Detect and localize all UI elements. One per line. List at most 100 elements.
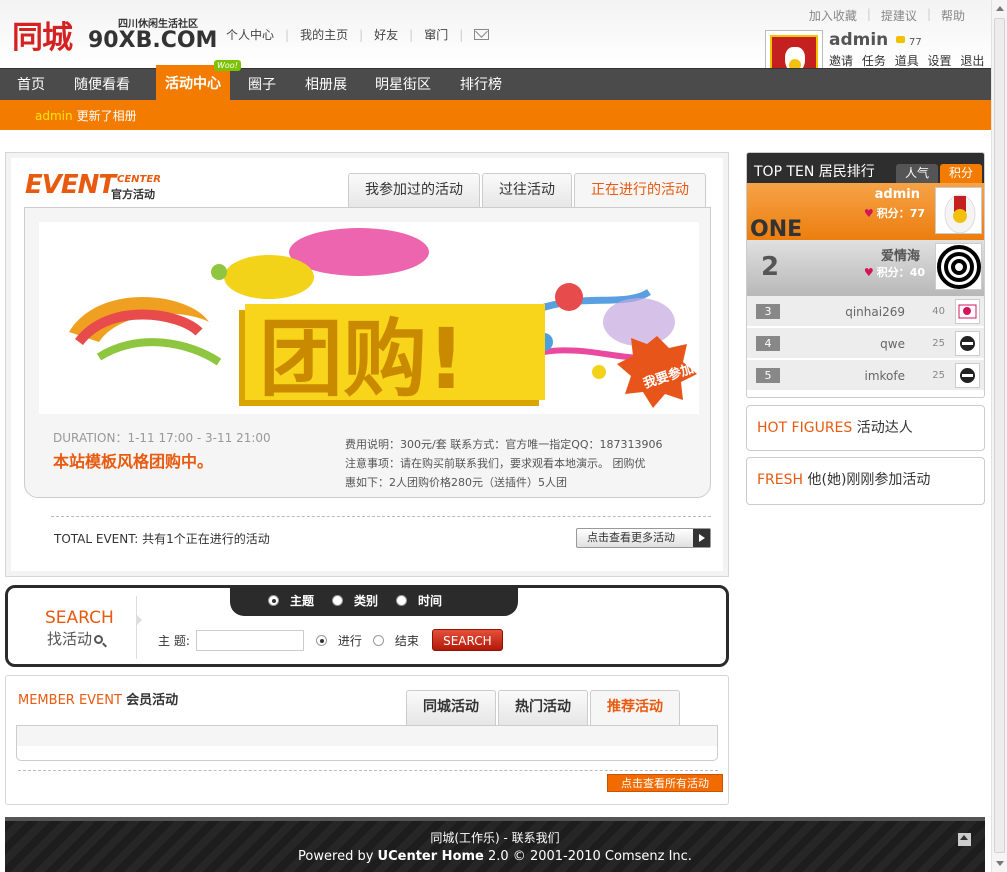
rank-avatar[interactable] [955, 363, 980, 388]
event-banner[interactable]: 团购! 我要参加 [39, 222, 699, 414]
tab-local[interactable]: 同城活动 [406, 690, 496, 725]
suggestion-link[interactable]: 提建议 [881, 7, 917, 24]
rank-score: ♥ 积分：77 [863, 207, 925, 220]
more-events-button[interactable]: 点击查看更多活动 [576, 528, 711, 548]
search-button[interactable]: SEARCH [431, 629, 503, 651]
search-title: SEARCH [45, 608, 114, 628]
total-label: TOTAL EVENT: [54, 532, 139, 546]
user-block: admin 77 邀请 任务 道具 设置 退出 [829, 30, 989, 69]
user-link-invite[interactable]: 邀请 [829, 54, 853, 68]
all-events-button[interactable]: 点击查看所有活动 [607, 774, 723, 792]
search-input[interactable] [195, 629, 304, 651]
tab-points[interactable]: 积分 [940, 164, 983, 183]
scope-time[interactable]: 时间 [396, 592, 442, 609]
footer-line[interactable]: 同城(工作乐) - 联系我们 [5, 829, 985, 846]
rank-name[interactable]: 爱情海 [881, 245, 920, 264]
ranking-title: TOP TEN 居民排行 [754, 164, 875, 180]
heart-icon: ♥ [863, 266, 874, 279]
back-to-top-icon[interactable] [958, 833, 971, 846]
rank-first[interactable]: ONE admin ♥ 积分：77 [747, 183, 984, 242]
tab-hot[interactable]: 热门活动 [498, 690, 588, 725]
rank-name[interactable]: admin [875, 187, 920, 202]
site-logo[interactable]: 同城 四川休闲生活社区 90XB.COM [12, 12, 217, 60]
rank-number: 5 [756, 368, 780, 383]
status-ongoing[interactable]: 进行 [315, 632, 362, 649]
top-link-homepage[interactable]: 我的主页 [300, 26, 348, 43]
tab-popularity[interactable]: 人气 [896, 164, 939, 183]
rank-avatar[interactable] [935, 187, 982, 234]
search-scope: 主题 类别 时间 [230, 585, 518, 616]
banner-art: 团购! 我要参加 [69, 228, 697, 408]
user-links: 邀请 任务 道具 设置 退出 [829, 52, 989, 69]
event-desc-line: 惠如下：2人团购价格280元（送插件）5人团 [345, 476, 567, 489]
nav-item-stars[interactable]: 明星街区 [375, 69, 431, 101]
radio-icon [315, 634, 327, 646]
search-form: 主 题: 进行 结束 SEARCH [158, 629, 503, 651]
rank-avatar[interactable] [955, 299, 980, 324]
user-credits: 77 [908, 37, 922, 48]
corner-links: 加入收藏 | 提建议 | 帮助 [808, 7, 965, 24]
rank-name[interactable]: qwe [880, 337, 905, 351]
ranking-panel: TOP TEN 居民排行 人气 积分 ONE admin ♥ 积分：77 2 爱情… [746, 152, 985, 398]
event-info: DURATION：1-11 17:00 - 3-11 21:00 本站模板风格团… [53, 429, 271, 472]
scope-topic[interactable]: 主题 [268, 592, 314, 609]
coin-icon [896, 36, 906, 43]
event-tabs: 我参加过的活动 过往活动 正在进行的活动 [348, 173, 708, 208]
scope-category[interactable]: 类别 [332, 592, 378, 609]
rank-name[interactable]: imkofe [865, 369, 906, 383]
event-name[interactable]: 本站模板风格团购中。 [53, 448, 271, 472]
top-link-visit[interactable]: 窜门 [424, 26, 448, 43]
event-title-text: EVENT [25, 170, 116, 200]
rank-avatar[interactable] [955, 331, 980, 356]
member-title: MEMBER EVENT 会员活动 [18, 693, 179, 708]
rank-name[interactable]: qinhai269 [845, 305, 905, 319]
add-favorite-link[interactable]: 加入收藏 [809, 7, 857, 24]
hot-figures-title: HOT FIGURES 活动达人 [757, 420, 913, 436]
more-events-label: 点击查看更多活动 [587, 531, 675, 544]
rank-second[interactable]: 2 爱情海 ♥ 积分：40 [747, 240, 984, 296]
rank-number: 2 [761, 252, 780, 282]
tab-recommended[interactable]: 推荐活动 [590, 690, 680, 725]
event-desc-line: 费用说明：300元/套 联系方式：官方唯一指定QQ：187313906 [345, 438, 663, 451]
hot-figures-box: HOT FIGURES 活动达人 [746, 405, 985, 451]
rank-avatar[interactable] [935, 243, 982, 290]
top-link-profile[interactable]: 个人中心 [226, 26, 274, 43]
rank-score: ♥ 积分：40 [863, 266, 925, 279]
radio-icon [372, 634, 384, 646]
user-link-logout[interactable]: 退出 [960, 54, 984, 68]
nav-item-browse[interactable]: 随便看看 [74, 69, 130, 101]
user-link-settings[interactable]: 设置 [928, 54, 952, 68]
play-arrow-icon [693, 529, 710, 547]
top-link-friends[interactable]: 好友 [374, 26, 398, 43]
nav-badge: Woo! [214, 60, 241, 71]
site-footer: 同城(工作乐) - 联系我们 Powered by UCenter Home 2… [5, 817, 985, 872]
rank-row[interactable]: 5 imkofe 25 [747, 360, 984, 391]
user-link-tasks[interactable]: 任务 [862, 54, 886, 68]
user-name[interactable]: admin [829, 30, 888, 50]
status-ended[interactable]: 结束 [372, 632, 419, 649]
mail-icon[interactable] [474, 29, 490, 40]
nav-item-albums[interactable]: 相册展 [305, 69, 347, 101]
search-field-label: 主 题: [158, 633, 190, 648]
event-title-sub: 官方活动 [111, 188, 155, 201]
scroll-down-icon[interactable] [996, 861, 1004, 866]
activity-user[interactable]: admin [35, 109, 73, 123]
tab-ongoing[interactable]: 正在进行的活动 [574, 173, 706, 208]
nav-item-groups[interactable]: 圈子 [248, 69, 276, 101]
rank-row[interactable]: 4 qwe 25 [747, 328, 984, 359]
search-divider [136, 596, 142, 659]
rank-row[interactable]: 3 qinhai269 40 [747, 296, 984, 327]
scroll-up-icon[interactable] [996, 6, 1004, 11]
event-description: 费用说明：300元/套 联系方式：官方唯一指定QQ：187313906 注意事项… [345, 435, 693, 492]
user-link-items[interactable]: 道具 [895, 54, 919, 68]
nav-item-home[interactable]: 首页 [17, 69, 45, 101]
scrollbar-thumb[interactable] [994, 18, 1005, 853]
page-scrollbar[interactable] [991, 0, 1007, 872]
tab-joined[interactable]: 我参加过的活动 [348, 173, 480, 208]
heart-icon: ♥ [863, 207, 874, 220]
help-link[interactable]: 帮助 [941, 7, 965, 24]
nav-item-ranking[interactable]: 排行榜 [460, 69, 502, 101]
banner-text: 团购! [259, 310, 465, 408]
tab-past[interactable]: 过往活动 [482, 173, 572, 208]
ranking-header: TOP TEN 居民排行 人气 积分 [747, 153, 984, 183]
